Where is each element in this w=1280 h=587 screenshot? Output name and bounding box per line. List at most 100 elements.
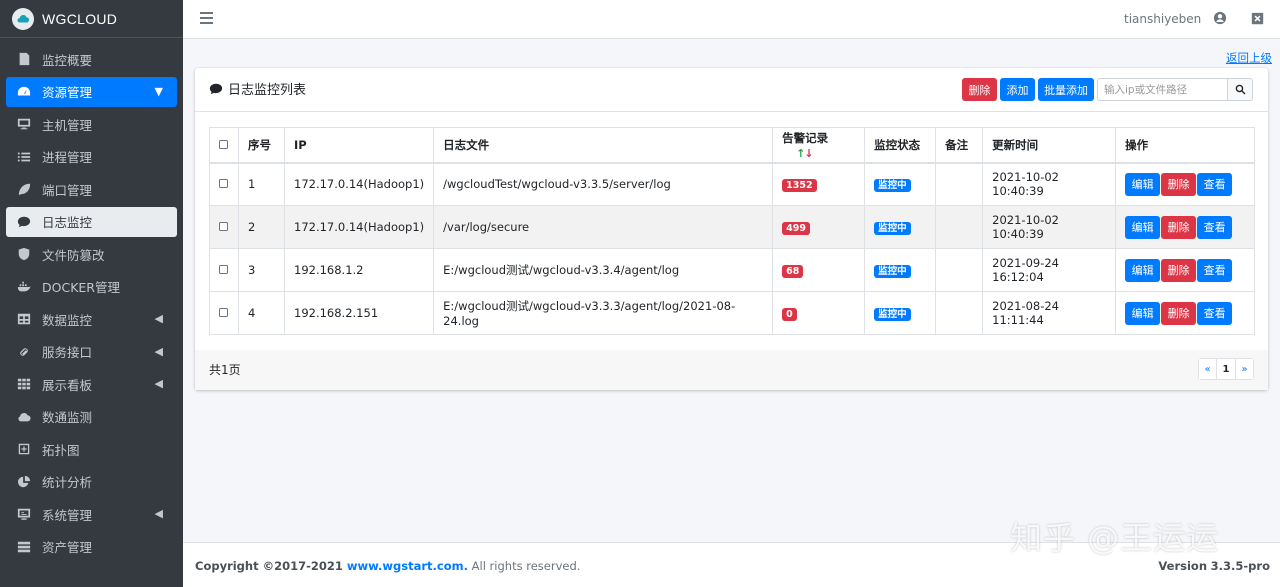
edit-button[interactable]: 编辑 bbox=[1125, 301, 1161, 325]
table-row: 1 172.17.0.14(Hadoop1) /wgcloudTest/wgcl… bbox=[209, 162, 1255, 206]
sidebar-item-system[interactable]: 系统管理 ◀ bbox=[6, 499, 177, 529]
view-button[interactable]: 查看 bbox=[1197, 301, 1233, 325]
row-updated: 2021-08-24 11:11:44 bbox=[982, 291, 1117, 335]
sidebar-nav: 监控概要 资源管理 ▼ 主机管理 进程管理 端口管理 日志监控 文件防篡改 DO… bbox=[0, 38, 183, 562]
row-file: /var/log/secure bbox=[433, 205, 774, 249]
version-number: 3.3.5-pro bbox=[1210, 559, 1270, 573]
col-index: 序号 bbox=[238, 127, 285, 164]
view-button[interactable]: 查看 bbox=[1197, 258, 1233, 282]
search-button[interactable] bbox=[1228, 78, 1253, 101]
sidebar-item-overview[interactable]: 监控概要 bbox=[6, 44, 177, 74]
card-title-text: 日志监控列表 bbox=[228, 83, 307, 98]
view-button[interactable]: 查看 bbox=[1197, 215, 1233, 239]
sidebar-item-network-detect[interactable]: 数通监测 bbox=[6, 402, 177, 432]
shield-icon bbox=[16, 246, 32, 262]
select-all-checkbox[interactable] bbox=[219, 139, 228, 149]
table-row: 2 172.17.0.14(Hadoop1) /var/log/secure 4… bbox=[209, 205, 1255, 249]
brand[interactable]: WGCLOUD bbox=[0, 0, 183, 38]
sidebar-item-ports[interactable]: 端口管理 bbox=[6, 174, 177, 204]
table-icon bbox=[16, 311, 32, 327]
edit-button[interactable]: 编辑 bbox=[1125, 172, 1161, 196]
sidebar-item-label: 服务接口 bbox=[42, 345, 93, 360]
prev-page-button[interactable]: « bbox=[1199, 359, 1216, 379]
sidebar-item-label: 统计分析 bbox=[42, 475, 93, 490]
sidebar-item-data-monitor[interactable]: 数据监控 ◀ bbox=[6, 304, 177, 334]
alerts-badge[interactable]: 0 bbox=[782, 307, 797, 321]
plus-square-icon bbox=[16, 441, 32, 457]
search-icon bbox=[1235, 84, 1245, 95]
delete-row-button[interactable]: 删除 bbox=[1161, 301, 1197, 325]
add-button[interactable]: 添加 bbox=[1000, 78, 1035, 101]
cloud-logo-icon bbox=[12, 7, 34, 30]
sidebar-item-service-api[interactable]: 服务接口 ◀ bbox=[6, 337, 177, 367]
chevron-left-icon: ◀ bbox=[154, 344, 163, 358]
sidebar-item-hosts[interactable]: 主机管理 bbox=[6, 109, 177, 139]
row-checkbox[interactable] bbox=[219, 222, 228, 231]
batch-add-button[interactable]: 批量添加 bbox=[1038, 78, 1094, 101]
sidebar-item-topology[interactable]: 拓扑图 bbox=[6, 434, 177, 464]
delete-button[interactable]: 删除 bbox=[962, 78, 997, 101]
sidebar-item-statistics[interactable]: 统计分析 bbox=[6, 467, 177, 497]
alerts-badge[interactable]: 1352 bbox=[782, 178, 817, 192]
row-checkbox[interactable] bbox=[219, 179, 228, 189]
alerts-badge[interactable]: 68 bbox=[782, 264, 804, 278]
row-file: E:/wgcloud测试/wgcloud-v3.3.3/agent/log/20… bbox=[433, 291, 774, 335]
pagination: « 1 » bbox=[1198, 358, 1254, 380]
row-status-cell: 监控中 bbox=[864, 205, 937, 249]
sidebar-item-assets[interactable]: 资产管理 bbox=[6, 532, 177, 562]
sidebar-item-label: 展示看板 bbox=[42, 377, 93, 393]
row-status-cell: 监控中 bbox=[864, 248, 937, 292]
row-note bbox=[935, 205, 984, 249]
sidebar-item-resources[interactable]: 资源管理 ▼ bbox=[6, 76, 177, 107]
row-actions: 编辑 删除 查看 bbox=[1115, 205, 1255, 249]
col-actions: 操作 bbox=[1115, 127, 1255, 164]
sidebar-item-processes[interactable]: 进程管理 bbox=[6, 142, 177, 172]
edit-button[interactable]: 编辑 bbox=[1125, 215, 1161, 239]
search-input[interactable]: 输入ip或文件路径 bbox=[1097, 78, 1228, 101]
delete-row-button[interactable]: 删除 bbox=[1161, 215, 1197, 239]
view-button[interactable]: 查看 bbox=[1197, 172, 1233, 196]
row-alerts-cell: 0 bbox=[772, 291, 866, 335]
menu-toggle-icon[interactable] bbox=[200, 12, 213, 24]
page-1-button[interactable]: 1 bbox=[1216, 359, 1236, 379]
col-alerts[interactable]: 告警记录 ↑↓ bbox=[772, 127, 866, 164]
table-row: 4 192.168.2.151 E:/wgcloud测试/wgcloud-v3.… bbox=[209, 291, 1255, 335]
sidebar-item-file-tamper[interactable]: 文件防篡改 bbox=[6, 239, 177, 269]
sidebar-item-label: 监控概要 bbox=[42, 52, 93, 68]
site-link[interactable]: www.wgstart.com. bbox=[347, 559, 468, 573]
row-note bbox=[935, 291, 984, 335]
chevron-down-icon: ▼ bbox=[154, 84, 163, 98]
alerts-badge[interactable]: 499 bbox=[782, 221, 810, 235]
sidebar-item-log-monitor[interactable]: 日志监控 bbox=[6, 206, 177, 237]
sidebar-item-label: 数据监控 bbox=[42, 312, 93, 328]
comment-icon bbox=[209, 83, 223, 94]
card-header: 日志监控列表 删除 添加 批量添加 输入ip或文件路径 bbox=[195, 68, 1268, 112]
sidebar-item-label: 进程管理 bbox=[42, 150, 93, 165]
username[interactable]: tianshiyeben bbox=[1124, 12, 1201, 26]
sort-icon[interactable]: ↑↓ bbox=[796, 147, 813, 160]
link-icon bbox=[16, 344, 32, 360]
select-all-cell bbox=[209, 127, 239, 164]
version-label: Version bbox=[1158, 559, 1208, 573]
row-checkbox[interactable] bbox=[219, 265, 228, 274]
row-index: 3 bbox=[238, 248, 285, 292]
row-actions: 编辑 删除 查看 bbox=[1115, 162, 1255, 206]
delete-row-button[interactable]: 删除 bbox=[1161, 172, 1197, 196]
total-pages: 共1页 bbox=[209, 363, 241, 377]
row-file: /wgcloudTest/wgcloud-v3.3.5/server/log bbox=[433, 162, 774, 206]
dashboard-icon bbox=[16, 84, 32, 100]
sidebar-item-docker[interactable]: DOCKER管理 bbox=[6, 272, 177, 302]
col-ip: IP bbox=[283, 127, 435, 164]
delete-row-button[interactable]: 删除 bbox=[1161, 258, 1197, 282]
next-page-button[interactable]: » bbox=[1236, 359, 1253, 379]
close-window-icon[interactable] bbox=[1251, 12, 1264, 25]
leaf-icon bbox=[16, 181, 32, 197]
document-icon bbox=[16, 51, 32, 67]
user-circle-icon[interactable] bbox=[1213, 11, 1227, 25]
return-link[interactable]: 返回上级 bbox=[1226, 50, 1272, 66]
row-checkbox[interactable] bbox=[219, 308, 228, 317]
grid-icon bbox=[16, 376, 32, 392]
edit-button[interactable]: 编辑 bbox=[1125, 258, 1161, 282]
sidebar-item-dashboard-board[interactable]: 展示看板 ◀ bbox=[6, 369, 177, 399]
row-status-cell: 监控中 bbox=[864, 291, 937, 335]
